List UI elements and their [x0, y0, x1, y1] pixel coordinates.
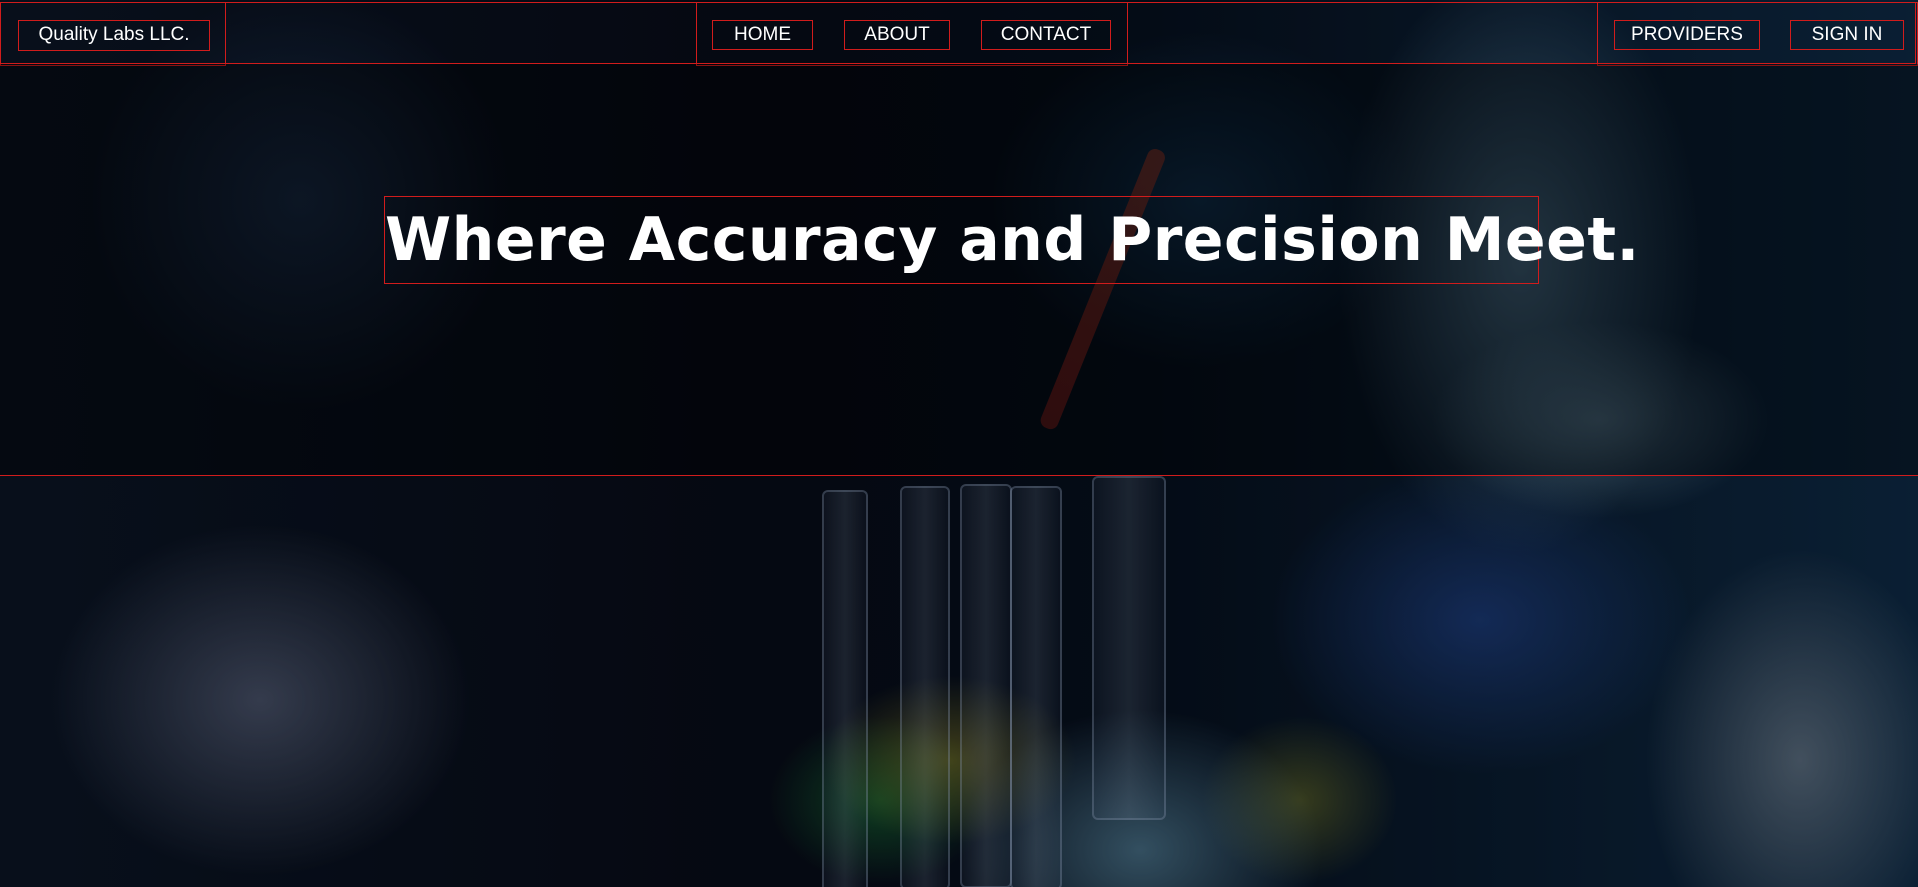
brand-logo-link[interactable]: Quality Labs LLC.: [18, 20, 210, 51]
nav-home-link[interactable]: HOME: [712, 20, 813, 50]
content-section: [0, 476, 1918, 887]
landing-page: Quality Labs LLC. HOME ABOUT CONTACT PRO…: [0, 0, 1918, 887]
sign-in-link[interactable]: SIGN IN: [1790, 20, 1904, 50]
nav-contact-link[interactable]: CONTACT: [981, 20, 1111, 50]
headline-container: Where Accuracy and Precision Meet.: [384, 196, 1640, 284]
hero-headline: Where Accuracy and Precision Meet.: [385, 205, 1640, 275]
providers-link[interactable]: PROVIDERS: [1614, 20, 1760, 50]
nav-about-link[interactable]: ABOUT: [844, 20, 950, 50]
